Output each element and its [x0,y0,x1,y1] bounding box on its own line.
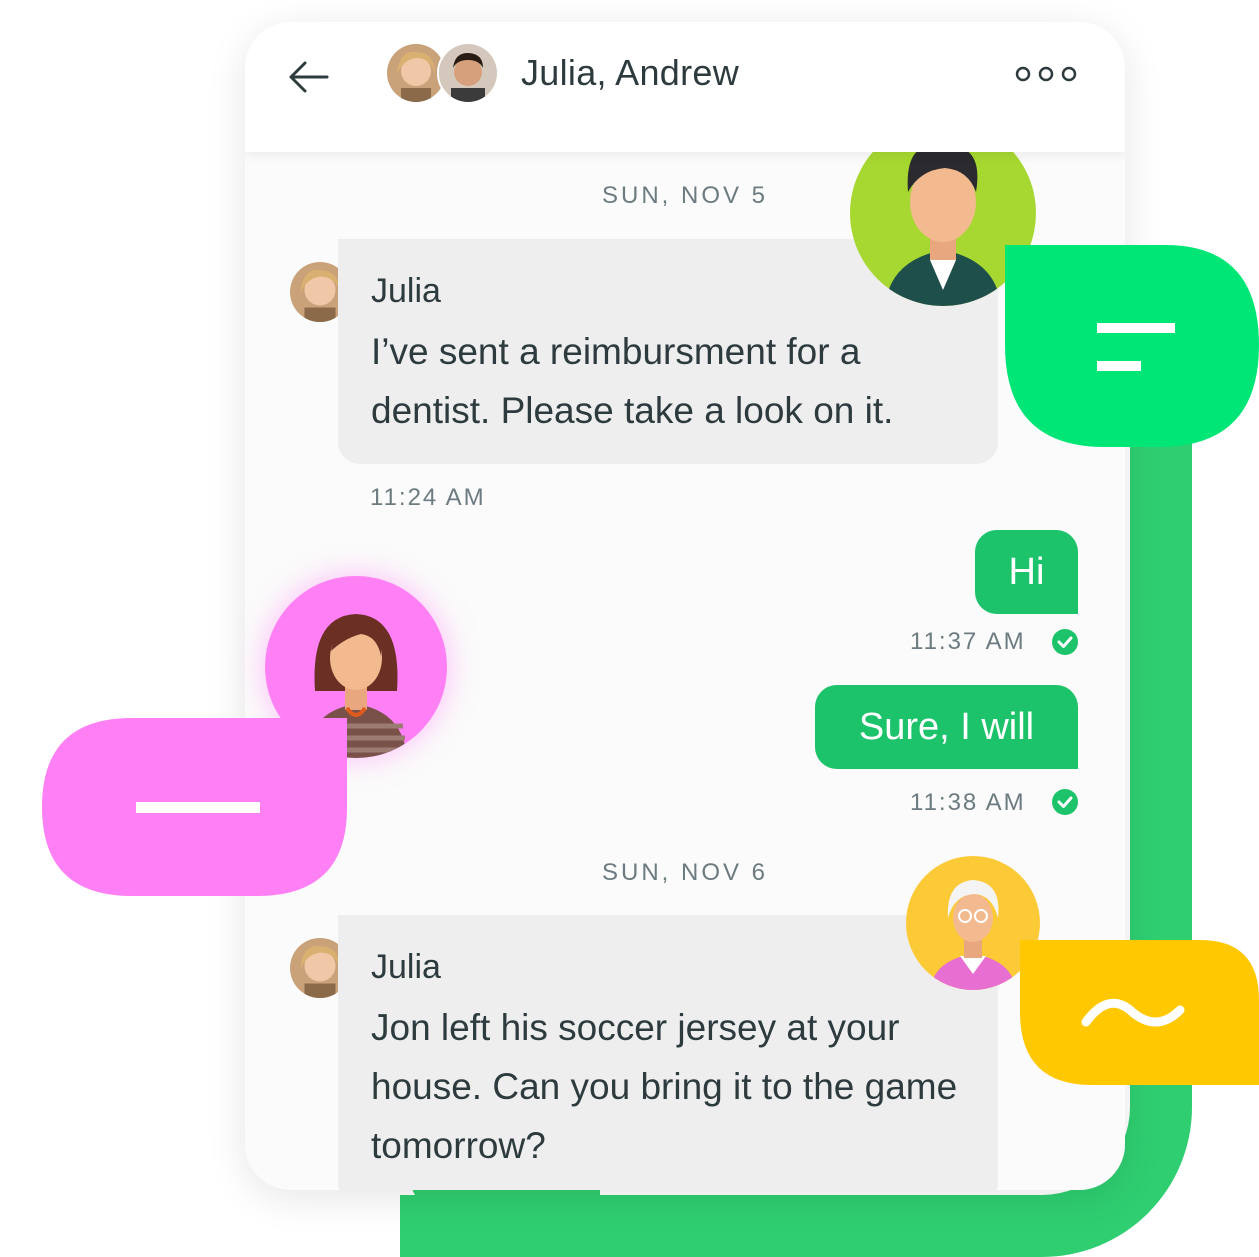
more-horizontal-icon [1015,66,1077,82]
sender-name: Julia [371,948,441,986]
outgoing-message[interactable]: Hi [975,530,1078,614]
avatar-andrew [437,42,499,104]
decorative-chat-bubble-green [1005,245,1259,447]
chat-header: Julia, Andrew [245,22,1125,152]
sender-name: Julia [371,272,441,310]
message-text: Jon left his soccer jersey at your house… [371,1007,958,1166]
participants-avatars[interactable] [385,42,505,104]
message-time: 11:24 AM [370,484,486,511]
message-text: I’ve sent a reimbursment for a dentist. … [371,331,894,431]
incoming-message[interactable]: Julia Jon left his soccer jersey at your… [338,915,998,1190]
outgoing-message[interactable]: Sure, I will [815,685,1078,769]
decorative-chat-bubble-yellow [1020,940,1259,1085]
conversation-title: Julia, Andrew [521,52,740,93]
delivered-check-icon [1052,789,1078,815]
decorative-chat-bubble-pink [42,718,347,896]
message-time: 11:38 AM [910,789,1026,816]
back-button[interactable] [285,57,335,97]
delivered-check-icon [1052,629,1078,655]
more-options-button[interactable] [1013,62,1083,86]
message-time: 11:37 AM [910,628,1026,655]
arrow-left-icon [289,61,329,93]
